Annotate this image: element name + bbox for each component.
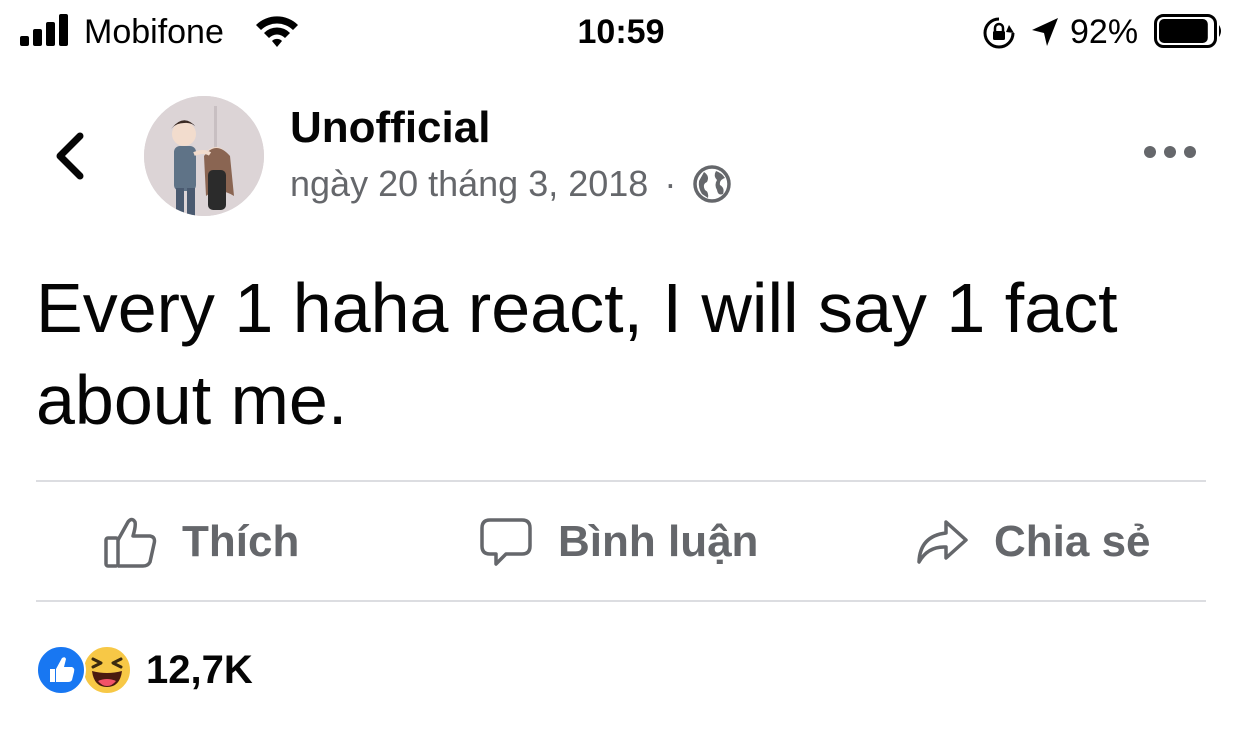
divider-top [36, 480, 1206, 482]
avatar[interactable] [144, 96, 264, 216]
comment-bubble-icon [480, 518, 532, 566]
post-actions: Thích Bình luận Chia sẻ [0, 484, 1242, 600]
status-bar: Mobifone 10:59 92% [0, 0, 1242, 62]
like-reaction-icon [36, 645, 86, 695]
share-arrow-icon [917, 520, 968, 564]
thumbs-up-icon [104, 517, 157, 568]
comment-label: Bình luận [558, 517, 759, 566]
share-label: Chia sẻ [994, 517, 1151, 566]
reaction-count: 12,7K [146, 647, 253, 692]
more-options-button[interactable] [1142, 142, 1198, 162]
page-name[interactable]: Unofficial [290, 102, 490, 154]
post-text: Every 1 haha react, I will say 1 fact ab… [36, 269, 1118, 439]
post-meta: ngày 20 tháng 3, 2018 · [290, 162, 732, 206]
avatar-illustration [144, 96, 264, 216]
back-button[interactable] [48, 130, 94, 182]
share-button[interactable]: Chia sẻ [914, 484, 1151, 600]
like-label: Thích [182, 517, 300, 566]
like-button[interactable]: Thích [102, 484, 299, 600]
rotation-lock-icon [983, 17, 1015, 49]
divider-bottom [36, 600, 1206, 602]
haha-reaction-icon [82, 645, 132, 695]
globe-icon [693, 165, 732, 203]
post-header: Unofficial ngày 20 tháng 3, 2018 · [0, 90, 1242, 220]
battery-icon [1154, 14, 1221, 48]
reactions-summary[interactable]: 12,7K [36, 640, 253, 700]
comment-button[interactable]: Bình luận [478, 484, 758, 600]
battery-percent: 92% [1070, 13, 1139, 51]
post-date[interactable]: ngày 20 tháng 3, 2018 [290, 162, 648, 206]
location-arrow-icon [1032, 18, 1058, 46]
meta-separator: · [664, 163, 677, 204]
